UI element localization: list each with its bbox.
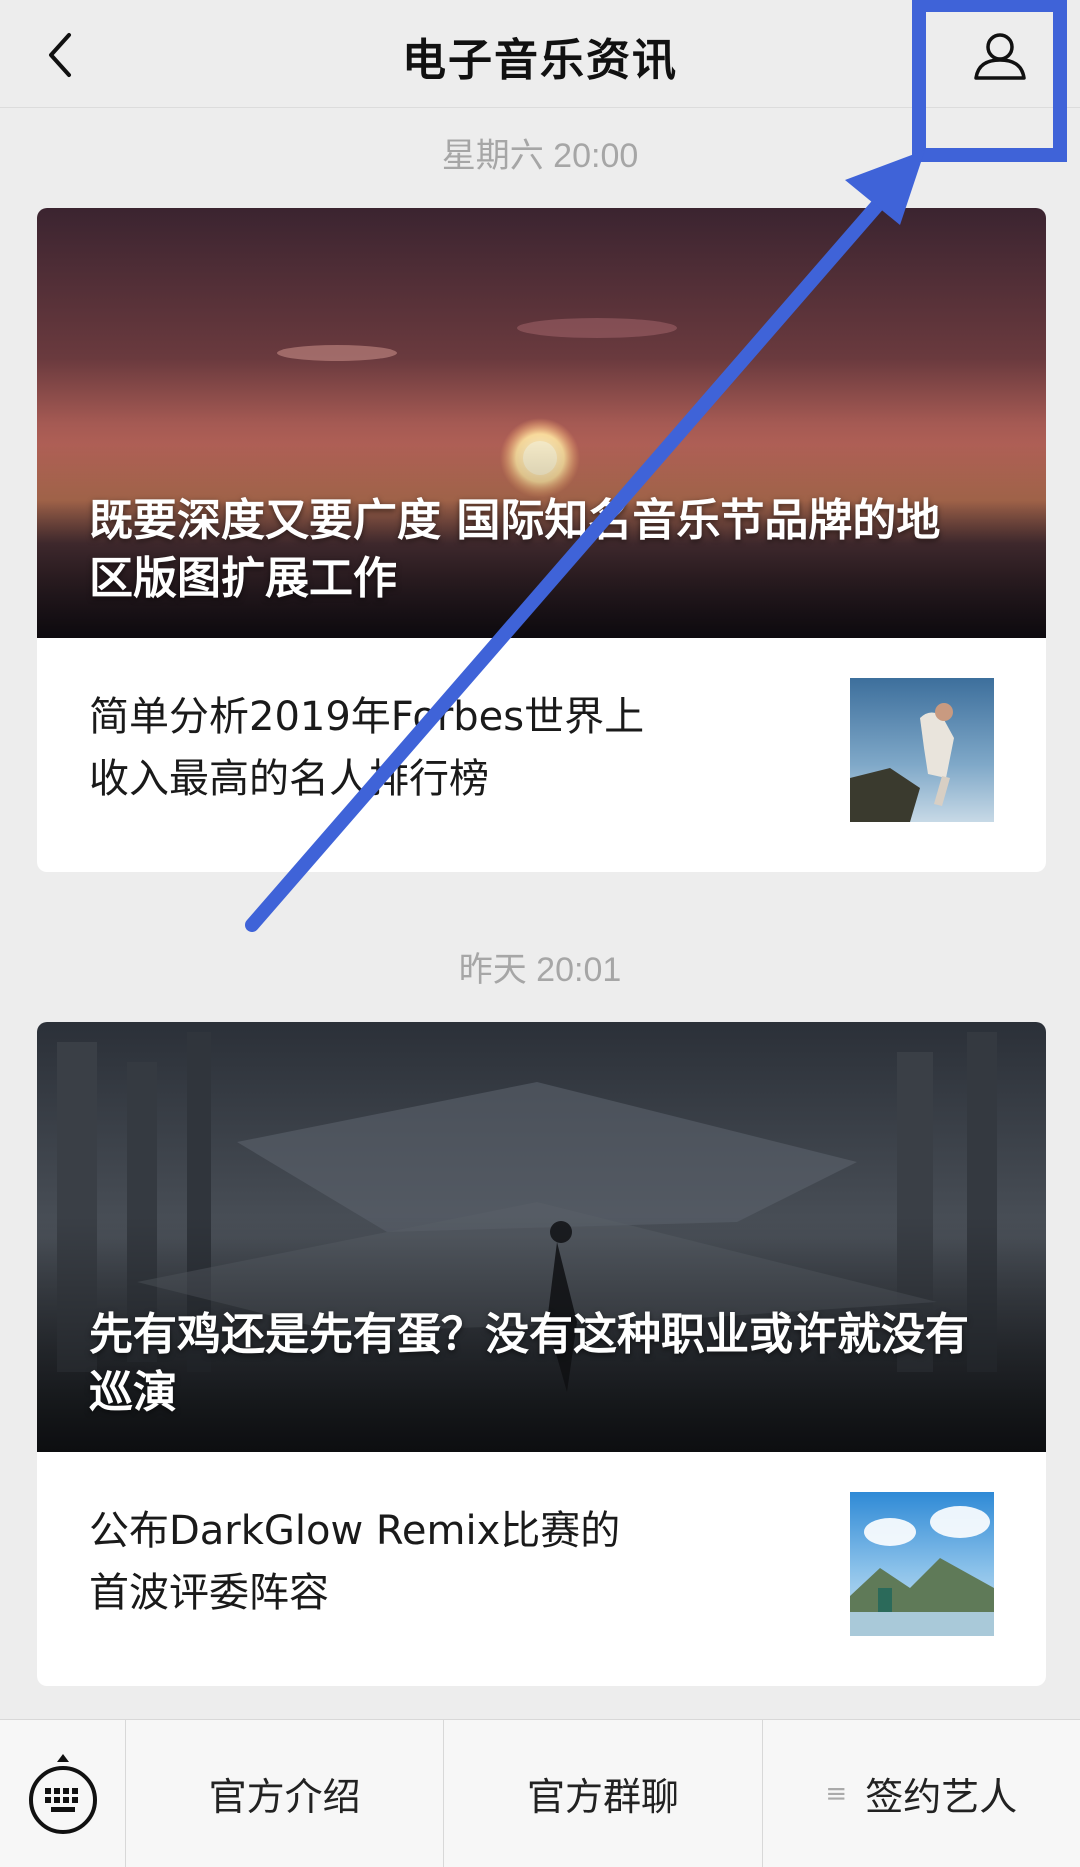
navigation-bar: 电子音乐资讯 <box>0 0 1080 108</box>
bottom-menu-bar: 官方介绍 官方群聊 ≡ 签约艺人 <box>0 1719 1080 1867</box>
menu-label: 官方群聊 <box>526 1775 679 1819</box>
list-item-title: 公布DarkGlow Remix比赛的首波评委阵容 <box>89 1508 621 1616</box>
keyboard-icon <box>28 1753 97 1834</box>
hero-article-title: 先有鸡还是先有蛋？没有这种职业或许就没有巡演 <box>89 1309 969 1418</box>
hero-article[interactable]: 既要深度又要广度 国际知名音乐节品牌的地区版图扩展工作 <box>37 208 1046 638</box>
list-item[interactable]: 公布DarkGlow Remix比赛的首波评委阵容 <box>37 1452 1046 1686</box>
menu-official-intro[interactable]: 官方介绍 <box>126 1720 445 1867</box>
article-card: 先有鸡还是先有蛋？没有这种职业或许就没有巡演 公布DarkGlow Remix比… <box>37 1022 1046 1686</box>
menu-label: 签约艺人 <box>865 1775 1018 1819</box>
hero-article-title: 既要深度又要广度 国际知名音乐节品牌的地区版图扩展工作 <box>89 495 941 604</box>
timestamp: 星期六 20:00 <box>441 137 639 175</box>
page-title: 电子音乐资讯 <box>402 35 678 86</box>
menu-lines-icon: ≡ <box>825 1778 848 1809</box>
person-icon <box>974 33 1026 80</box>
keyboard-toggle-button[interactable] <box>0 1720 126 1867</box>
article-card: 既要深度又要广度 国际知名音乐节品牌的地区版图扩展工作 简单分析2019年For… <box>37 208 1046 872</box>
menu-signed-artists[interactable]: ≡ 签约艺人 <box>763 1720 1080 1867</box>
list-item-thumbnail <box>850 1492 994 1636</box>
list-item-title: 简单分析2019年Forbes世界上收入最高的名人排行榜 <box>89 694 645 802</box>
menu-official-group-chat[interactable]: 官方群聊 <box>444 1720 763 1867</box>
timestamp: 昨天 20:01 <box>458 951 622 989</box>
list-item-thumbnail <box>850 678 994 822</box>
profile-button[interactable] <box>960 16 1040 96</box>
hero-article[interactable]: 先有鸡还是先有蛋？没有这种职业或许就没有巡演 <box>37 1022 1046 1452</box>
list-item[interactable]: 简单分析2019年Forbes世界上收入最高的名人排行榜 <box>37 638 1046 872</box>
thumbnail-image <box>850 678 994 822</box>
menu-label: 官方介绍 <box>208 1775 361 1819</box>
thumbnail-image <box>850 1492 994 1636</box>
